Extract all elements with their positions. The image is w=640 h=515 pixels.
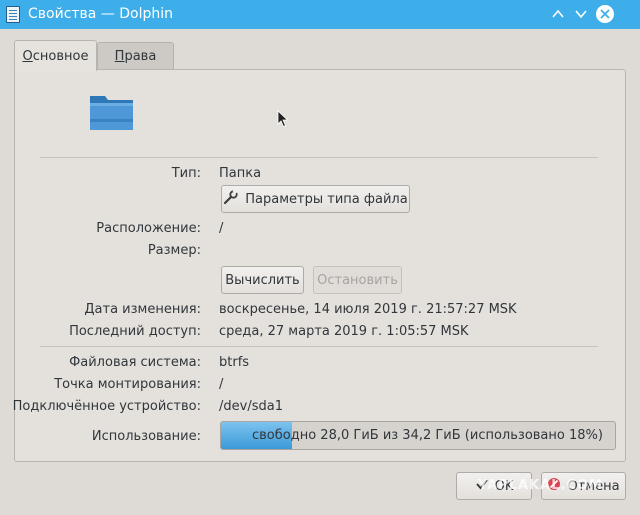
ok-button[interactable]: OK [456, 472, 532, 500]
mount-point-label: Точка монтирования: [54, 377, 201, 392]
location-label: Расположение: [96, 221, 201, 236]
separator [40, 346, 598, 347]
ok-label: OK [494, 478, 514, 494]
tab-permissions-mnemonic: П [114, 49, 125, 64]
device-value: /dev/sda1 [219, 399, 283, 414]
wrench-icon [223, 189, 239, 209]
document-icon [6, 6, 20, 23]
window-title: Свойства — Dolphin [28, 6, 174, 22]
separator [40, 157, 598, 158]
tab-permissions[interactable]: Права [97, 42, 174, 70]
chevron-up-icon[interactable] [548, 4, 568, 24]
filesystem-value: btrfs [219, 355, 250, 370]
device-label: Подключённое устройство: [12, 399, 201, 414]
chevron-down-icon[interactable] [571, 4, 591, 24]
tab-permissions-label: рава [124, 49, 157, 64]
mount-point-value: / [219, 377, 224, 392]
disk-usage-bar: свободно 28,0 ГиБ из 34,2 ГиБ (использов… [220, 421, 616, 450]
cancel-button[interactable]: Отмена [541, 472, 626, 500]
location-value: / [219, 221, 224, 236]
mouse-pointer-icon [277, 110, 289, 132]
accessed-label: Последний доступ: [69, 324, 201, 339]
tab-general-mnemonic: О [22, 48, 33, 64]
usage-label: Использование: [91, 429, 201, 444]
cancel-label: Отмена [567, 478, 620, 494]
tab-general[interactable]: Основное [14, 40, 97, 71]
size-label: Размер: [147, 243, 201, 258]
file-type-options-label: Параметры типа файла [245, 191, 408, 207]
modified-label: Дата изменения: [84, 302, 201, 317]
accessed-value: среда, 27 марта 2019 г. 1:05:57 MSK [219, 324, 469, 339]
disk-usage-text: свободно 28,0 ГиБ из 34,2 ГиБ (использов… [252, 428, 603, 443]
folder-icon[interactable] [89, 93, 135, 137]
type-label: Тип: [171, 166, 201, 181]
file-type-options-button[interactable]: Параметры типа файла [221, 185, 410, 213]
tab-general-label: сновное [32, 48, 89, 64]
checkmark-icon [475, 477, 489, 495]
cancel-icon [547, 477, 561, 495]
stop-button: Остановить [313, 266, 402, 294]
calculate-button[interactable]: Вычислить [221, 266, 304, 294]
title-bar[interactable]: Свойства — Dolphin [0, 0, 640, 29]
close-icon[interactable] [595, 4, 615, 24]
type-value: Папка [219, 166, 262, 181]
modified-value: воскресенье, 14 июля 2019 г. 21:57:27 MS… [219, 302, 517, 317]
filesystem-label: Файловая система: [69, 355, 201, 370]
